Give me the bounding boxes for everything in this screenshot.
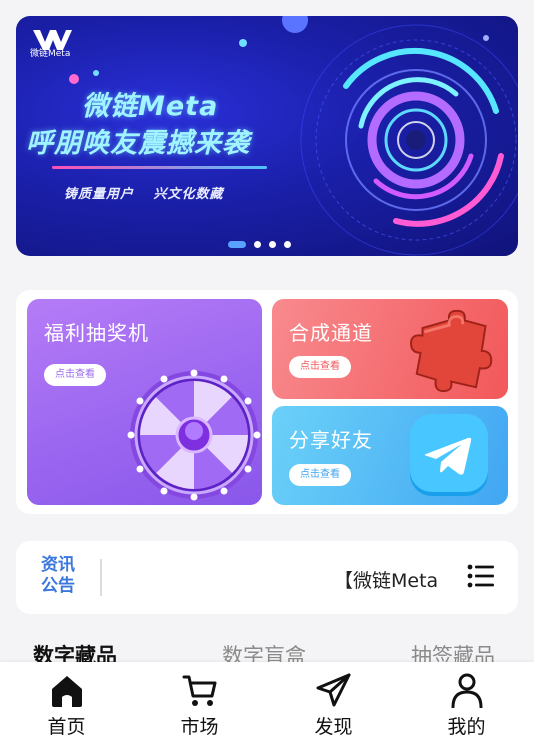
synthesis-view-button[interactable]: 点击查看	[289, 356, 351, 378]
carousel-dot-4[interactable]	[284, 241, 291, 248]
share-title: 分享好友	[289, 428, 373, 452]
prize-wheel-icon	[127, 369, 261, 501]
nav-home[interactable]: 首页	[0, 662, 133, 738]
banner-headline: 微链Meta	[82, 91, 219, 122]
banner-logo-text: 微链Meta	[30, 49, 71, 59]
carousel-indicators	[228, 241, 291, 248]
cart-icon	[182, 675, 217, 706]
bottom-navigation: 首页 市场 发现 我的	[0, 662, 534, 738]
banner-subheadline: 呼朋唤友震撼来袭	[26, 128, 250, 159]
paper-plane-icon	[316, 673, 351, 707]
news-bar[interactable]: 资讯公告 【微链Meta	[16, 541, 518, 614]
carousel-dot-2[interactable]	[254, 241, 261, 248]
home-icon	[52, 676, 82, 707]
carousel-dot-3[interactable]	[269, 241, 276, 248]
share-card[interactable]: 分享好友 点击查看	[272, 406, 508, 505]
carousel-dot-1[interactable]	[228, 241, 246, 248]
lottery-view-button[interactable]: 点击查看	[44, 364, 106, 386]
banner-tagline: 铸质量用户 兴文化数藏	[64, 187, 224, 202]
list-menu-icon[interactable]	[467, 564, 495, 588]
synthesis-card[interactable]: 合成通道 点击查看	[272, 299, 508, 399]
lottery-card[interactable]: 福利抽奖机 点击查看	[27, 299, 262, 505]
nav-profile-label: 我的	[447, 716, 486, 738]
synthesis-title: 合成通道	[289, 321, 373, 345]
nav-discover-label: 发现	[314, 716, 353, 738]
nav-home-label: 首页	[47, 716, 86, 738]
nav-market-label: 市场	[180, 716, 219, 738]
promo-banner[interactable]: 微链Meta 微链Meta 呼朋唤友震撼来袭 铸质量用户 兴文化数藏	[16, 16, 518, 256]
news-ticker-text[interactable]: 【微链Meta	[334, 566, 438, 593]
news-label: 资讯公告	[41, 555, 75, 596]
nav-discover[interactable]: 发现	[267, 662, 400, 738]
nav-market[interactable]: 市场	[133, 662, 266, 738]
banner-divider	[52, 166, 267, 169]
lottery-title: 福利抽奖机	[44, 321, 149, 345]
nav-profile[interactable]: 我的	[400, 662, 533, 738]
user-icon	[451, 673, 483, 708]
share-view-button[interactable]: 点击查看	[289, 464, 351, 486]
news-divider	[100, 559, 102, 596]
feature-panel: 福利抽奖机 点击查看 合成通道 点击查看 分享好友 点击查看	[16, 290, 518, 514]
puzzle-piece-icon	[410, 309, 493, 393]
telegram-icon	[410, 414, 488, 496]
